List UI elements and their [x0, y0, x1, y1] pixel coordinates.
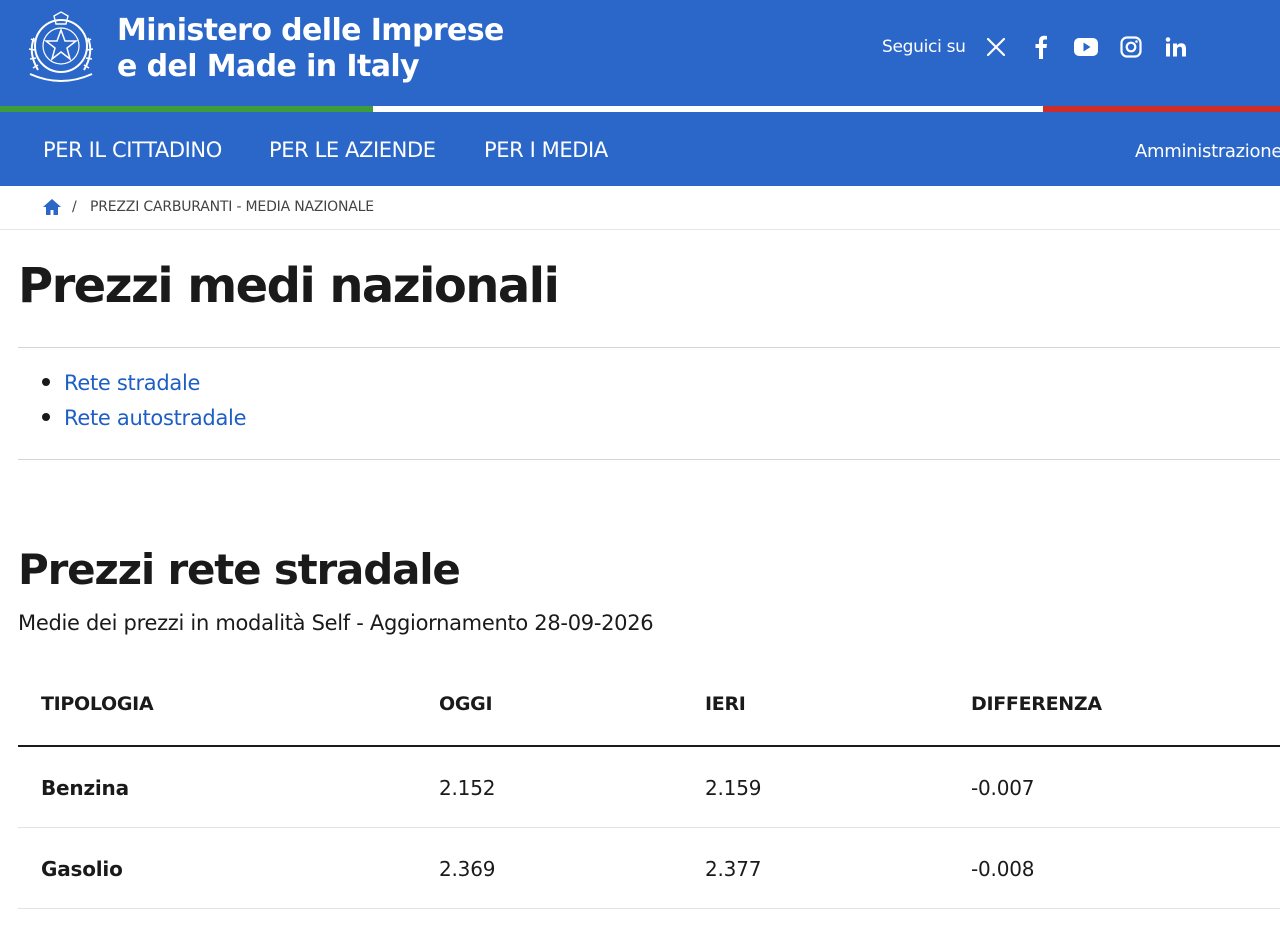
cell-ieri: 2.377: [705, 857, 762, 881]
follow-label: Seguici su: [882, 37, 966, 57]
cell-oggi: 2.369: [439, 857, 496, 881]
main-nav: PER IL CITTADINO PER LE AZIENDE PER I ME…: [0, 112, 1280, 186]
section-title: Prezzi rete stradale: [18, 545, 461, 594]
breadcrumb-current: PREZZI CARBURANTI - MEDIA NAZIONALE: [90, 199, 374, 215]
site-header: Ministero delle Imprese e del Made in It…: [0, 0, 1280, 106]
instagram-icon[interactable]: [1119, 35, 1143, 59]
header-ieri: IERI: [705, 693, 746, 715]
divider: [18, 347, 1280, 348]
cell-differenza: -0.008: [971, 857, 1035, 881]
section-links: Rete stradale Rete autostradale: [18, 368, 247, 438]
youtube-icon[interactable]: [1073, 35, 1098, 59]
home-icon[interactable]: [42, 197, 62, 217]
breadcrumb: / PREZZI CARBURANTI - MEDIA NAZIONALE: [0, 186, 1280, 230]
nav-item-aziende[interactable]: PER LE AZIENDE: [269, 138, 436, 162]
nav-item-amministrazione[interactable]: Amministrazione t: [1135, 141, 1280, 162]
cell-ieri: 2.159: [705, 776, 762, 800]
emblem-icon[interactable]: [24, 8, 98, 88]
brand-line-1: Ministero delle Imprese: [117, 13, 504, 48]
list-item: Rete autostradale: [18, 403, 247, 438]
brand-line-2: e del Made in Italy: [117, 49, 420, 84]
prices-table: TIPOLOGIA OGGI IERI DIFFERENZA Benzina 2…: [18, 665, 1280, 909]
page-title: Prezzi medi nazionali: [18, 258, 560, 314]
header-differenza: DIFFERENZA: [971, 693, 1102, 715]
nav-item-cittadino[interactable]: PER IL CITTADINO: [43, 138, 222, 162]
list-item: Rete stradale: [18, 368, 246, 403]
social-links: Seguici su: [882, 30, 1188, 64]
breadcrumb-separator: /: [72, 199, 77, 215]
cell-differenza: -0.007: [971, 776, 1035, 800]
nav-item-media[interactable]: PER I MEDIA: [484, 138, 608, 162]
linkedin-icon[interactable]: [1164, 35, 1188, 59]
table-header: TIPOLOGIA OGGI IERI DIFFERENZA: [18, 665, 1280, 747]
link-rete-autostradale[interactable]: Rete autostradale: [64, 406, 247, 430]
cell-tipologia: Benzina: [41, 776, 129, 800]
table-row: Benzina 2.152 2.159 -0.007: [18, 747, 1280, 828]
section-subtitle: Medie dei prezzi in modalità Self - Aggi…: [18, 611, 654, 635]
ministry-name[interactable]: Ministero delle Imprese e del Made in It…: [117, 13, 504, 85]
table-row: Gasolio 2.369 2.377 -0.008: [18, 828, 1280, 909]
facebook-icon[interactable]: [1029, 35, 1053, 59]
link-rete-stradale[interactable]: Rete stradale: [64, 371, 200, 395]
divider: [18, 459, 1280, 460]
cell-tipologia: Gasolio: [41, 857, 123, 881]
x-icon[interactable]: [984, 35, 1008, 59]
header-tipologia: TIPOLOGIA: [41, 693, 154, 715]
cell-oggi: 2.152: [439, 776, 496, 800]
header-oggi: OGGI: [439, 693, 493, 715]
